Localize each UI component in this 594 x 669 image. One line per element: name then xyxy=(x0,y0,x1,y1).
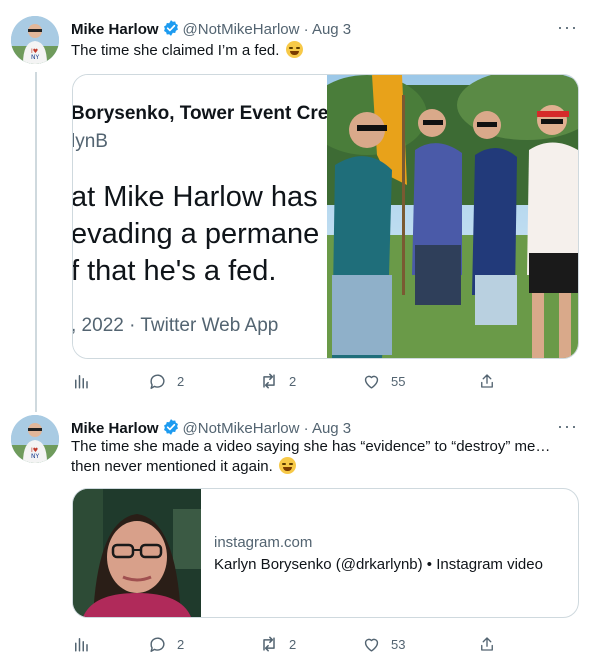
action-bar: 2 2 55 xyxy=(72,371,502,391)
tweet-text: The time she made a video saying she has… xyxy=(71,437,561,477)
tweet[interactable]: I♥ NY Mike Harlow @NotMikeHarlow · Aug 3 … xyxy=(0,405,594,669)
reply-button[interactable]: 2 xyxy=(148,634,184,654)
svg-text:NY: NY xyxy=(31,54,39,61)
speech-bubble-icon xyxy=(150,636,165,652)
like-count: 53 xyxy=(391,636,406,652)
reply-count: 2 xyxy=(177,636,185,652)
quoted-text-line: at Mike Harlow has xyxy=(73,181,318,213)
speech-bubble-icon xyxy=(150,373,165,389)
tweet-text-line: then never mentioned it again. xyxy=(71,458,273,475)
retweet-button[interactable]: 2 xyxy=(259,634,296,654)
tweet-text-content: The time she claimed I’m a fed. xyxy=(71,42,280,59)
author-name[interactable]: Mike Harlow xyxy=(71,21,159,38)
analytics-button[interactable] xyxy=(72,634,90,654)
retweet-arrows-icon xyxy=(263,636,275,652)
share-button[interactable] xyxy=(478,634,496,654)
retweet-count: 2 xyxy=(289,373,297,389)
heart-icon xyxy=(364,638,379,652)
retweet-button[interactable]: 2 xyxy=(259,371,296,391)
bar-chart-icon xyxy=(75,638,88,652)
quoted-text-line: f that he's a fed. xyxy=(73,255,277,287)
avatar[interactable]: I♥ NY xyxy=(11,415,59,463)
tweet-text-line-wrap: then never mentioned it again. xyxy=(71,457,561,477)
quoted-tweet-screenshot[interactable]: Borysenko, Tower Event Crea lynB at Mike… xyxy=(73,75,327,358)
author-name[interactable]: Mike Harlow xyxy=(71,420,159,437)
share-button[interactable] xyxy=(478,371,496,391)
tears-of-joy-emoji xyxy=(285,41,303,58)
bar-chart-icon xyxy=(75,375,88,389)
tweet-header: Mike Harlow @NotMikeHarlow · Aug 3 xyxy=(71,19,351,43)
link-preview-card[interactable]: instagram.com Karlyn Borysenko (@drkarly… xyxy=(72,488,579,618)
action-bar: 2 2 53 xyxy=(72,634,502,654)
more-options-icon[interactable]: ··· xyxy=(557,417,578,435)
quoted-author-name: Borysenko, Tower Event Crea xyxy=(73,103,327,124)
link-domain: instagram.com xyxy=(214,534,313,551)
quoted-handle: lynB xyxy=(73,131,108,152)
upload-arrow-icon xyxy=(481,374,493,388)
like-count: 55 xyxy=(391,373,406,389)
svg-text:NY: NY xyxy=(31,453,39,460)
heart-icon xyxy=(364,375,379,389)
quoted-date: , 2022 · Twitter Web App xyxy=(73,315,279,336)
verified-badge-icon xyxy=(162,19,180,43)
like-button[interactable]: 53 xyxy=(362,634,405,654)
tweet-text: The time she claimed I’m a fed. xyxy=(71,41,571,61)
avatar[interactable]: I♥ NY xyxy=(11,16,59,64)
retweet-arrows-icon xyxy=(263,373,275,389)
analytics-button[interactable] xyxy=(72,371,90,391)
media-card[interactable]: Borysenko, Tower Event Crea lynB at Mike… xyxy=(72,74,579,359)
handle-and-date[interactable]: @NotMikeHarlow · Aug 3 xyxy=(183,21,352,38)
handle-and-date[interactable]: @NotMikeHarlow · Aug 3 xyxy=(183,420,352,437)
retweet-count: 2 xyxy=(289,636,297,652)
tweet[interactable]: I♥ NY Mike Harlow @NotMikeHarlow · Aug 3 … xyxy=(0,0,594,405)
quoted-text: at Mike Harlow has evading a permane f t… xyxy=(73,179,319,290)
upload-arrow-icon xyxy=(481,637,493,651)
reply-count: 2 xyxy=(177,373,185,389)
like-button[interactable]: 55 xyxy=(362,371,405,391)
video-thumbnail xyxy=(73,489,201,617)
more-options-icon[interactable]: ··· xyxy=(557,18,578,36)
tweet-text-line: The time she made a video saying she has… xyxy=(71,438,551,455)
reply-button[interactable]: 2 xyxy=(148,371,184,391)
quoted-text-line: evading a permane xyxy=(73,218,320,250)
tears-of-joy-emoji xyxy=(278,457,296,474)
link-title[interactable]: Karlyn Borysenko (@drkarlynb) • Instagra… xyxy=(214,556,543,573)
group-photo[interactable] xyxy=(327,75,578,358)
